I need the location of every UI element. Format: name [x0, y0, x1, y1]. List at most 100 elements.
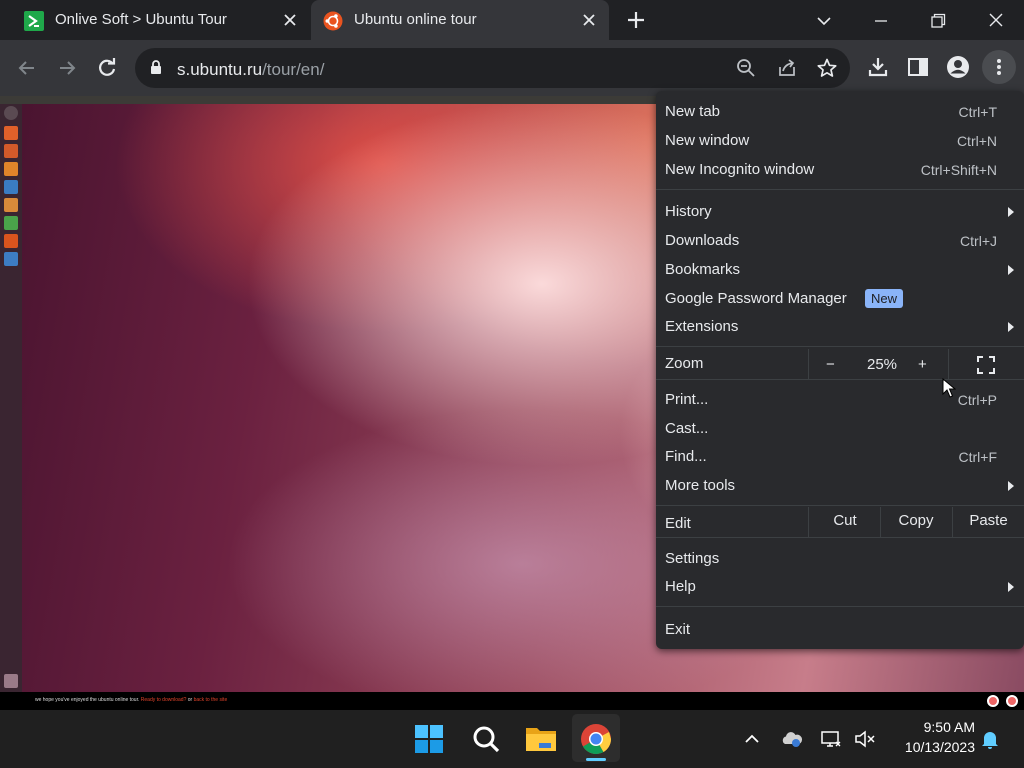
menu-divider	[656, 346, 1024, 347]
back-to-site-link[interactable]: back to the site	[194, 697, 228, 703]
tab-search-chevron-icon[interactable]	[811, 8, 837, 34]
minimize-icon[interactable]	[868, 8, 894, 34]
new-badge: New	[865, 289, 904, 308]
menu-item-history[interactable]: History	[656, 197, 1024, 225]
menu-item-help[interactable]: Help	[656, 572, 1024, 600]
menu-item-exit[interactable]: Exit	[656, 615, 1024, 643]
bookmark-star-icon[interactable]	[816, 57, 838, 79]
address-bar[interactable]: s.ubuntu.ru/tour/en/	[135, 48, 850, 88]
network-icon[interactable]	[819, 727, 843, 751]
menu-row-edit: Edit Cut Copy Paste	[656, 507, 1024, 537]
footer-or: or	[187, 697, 193, 703]
restore-window-icon[interactable]	[925, 8, 951, 34]
menu-label: Bookmarks	[665, 261, 741, 278]
submenu-arrow-icon	[1008, 582, 1014, 592]
tab-ubuntu-online-tour[interactable]: Ubuntu online tour	[311, 0, 609, 40]
back-arrow-icon[interactable]	[15, 56, 39, 80]
clock-date[interactable]: 10/13/2023	[875, 739, 975, 755]
menu-label: New tab	[665, 103, 721, 120]
volume-muted-icon[interactable]	[853, 727, 877, 751]
writer-icon[interactable]	[4, 180, 18, 194]
close-tab-icon[interactable]	[581, 12, 597, 28]
menu-shortcut: Ctrl+Shift+N	[920, 162, 997, 178]
submenu-arrow-icon	[1008, 265, 1014, 275]
paste-button[interactable]: Paste	[953, 512, 1024, 529]
tab-strip: Onlive Soft > Ubuntu Tour Ubuntu online …	[0, 0, 1024, 40]
share-icon[interactable]	[776, 57, 798, 79]
impress-icon[interactable]	[4, 198, 18, 212]
url-host: s.ubuntu.ru	[177, 60, 263, 79]
menu-divider	[656, 505, 1024, 506]
chrome-main-menu: New tab Ctrl+T New window Ctrl+N New Inc…	[656, 91, 1024, 649]
reload-icon[interactable]	[95, 56, 119, 80]
menu-item-find[interactable]: Find... Ctrl+F	[656, 442, 1024, 470]
close-window-icon[interactable]	[983, 8, 1009, 34]
menu-label: More tools	[665, 477, 736, 494]
zoom-out-icon[interactable]	[735, 57, 757, 79]
menu-label: Extensions	[665, 318, 739, 335]
menu-label: Edit	[665, 515, 691, 532]
menu-item-bookmarks[interactable]: Bookmarks	[656, 255, 1024, 283]
profile-avatar-icon[interactable]	[946, 55, 970, 79]
trash-icon[interactable]	[4, 674, 18, 688]
menu-item-new-incognito[interactable]: New Incognito window Ctrl+Shift+N	[656, 155, 1024, 183]
menu-item-new-tab[interactable]: New tab Ctrl+T	[656, 97, 1024, 125]
notification-bell-icon[interactable]	[978, 727, 1002, 751]
browser-toolbar: s.ubuntu.ru/tour/en/	[0, 40, 1024, 96]
tab-onlive-soft[interactable]: Onlive Soft > Ubuntu Tour	[0, 0, 310, 40]
menu-item-print[interactable]: Print... Ctrl+P	[656, 385, 1024, 413]
menu-label: New Incognito window	[665, 161, 815, 178]
zoom-out-button[interactable]: −	[826, 356, 835, 373]
copy-button[interactable]: Copy	[881, 512, 951, 529]
file-explorer-icon[interactable]	[521, 719, 561, 759]
close-tab-icon[interactable]	[282, 12, 298, 28]
menu-item-settings[interactable]: Settings	[656, 544, 1024, 572]
download-link[interactable]: Ready to download?	[141, 697, 187, 703]
onlive-soft-favicon-icon	[24, 11, 44, 31]
new-tab-plus-icon[interactable]	[624, 8, 648, 32]
chrome-menu-button[interactable]	[982, 50, 1016, 84]
dash-home-icon[interactable]	[4, 106, 18, 120]
calc-icon[interactable]	[4, 216, 18, 230]
menu-label: Zoom	[665, 355, 704, 372]
menu-item-extensions[interactable]: Extensions	[656, 312, 1024, 340]
menu-item-downloads[interactable]: Downloads Ctrl+J	[656, 226, 1024, 254]
app-icon[interactable]	[4, 162, 18, 176]
kebab-menu-icon	[997, 59, 1001, 75]
lock-icon[interactable]	[150, 60, 162, 75]
tour-footer-bar: we hope you've enjoyed the ubuntu online…	[0, 692, 1024, 710]
files-icon[interactable]	[4, 126, 18, 140]
software-center-icon[interactable]	[4, 234, 18, 248]
menu-shortcut: Ctrl+T	[958, 104, 998, 120]
menu-label: Help	[665, 578, 696, 595]
windows-taskbar: 9:50 AM 10/13/2023	[0, 710, 1024, 768]
show-hidden-icons-chevron-icon[interactable]	[740, 727, 764, 751]
menu-divider	[656, 606, 1024, 607]
zoom-in-button[interactable]: +	[918, 356, 927, 373]
submenu-arrow-icon	[1008, 322, 1014, 332]
side-panel-icon[interactable]	[906, 55, 930, 79]
menu-label: New window	[665, 132, 750, 149]
cut-button[interactable]: Cut	[809, 512, 881, 529]
firefox-icon[interactable]	[4, 144, 18, 158]
menu-item-password-manager[interactable]: Google Password Manager New	[656, 284, 1024, 312]
search-icon[interactable]	[466, 719, 506, 759]
forward-arrow-icon[interactable]	[55, 56, 79, 80]
menu-item-cast[interactable]: Cast...	[656, 414, 1024, 442]
chrome-icon[interactable]	[576, 719, 616, 759]
tab-title: Ubuntu online tour	[354, 11, 477, 28]
url-text[interactable]: s.ubuntu.ru/tour/en/	[177, 60, 324, 80]
fullscreen-icon[interactable]	[976, 355, 996, 375]
menu-item-new-window[interactable]: New window Ctrl+N	[656, 126, 1024, 154]
windows-start-icon[interactable]	[409, 719, 449, 759]
menu-item-more-tools[interactable]: More tools	[656, 471, 1024, 499]
menu-label: Settings	[665, 550, 720, 567]
download-icon[interactable]	[866, 55, 890, 79]
onedrive-cloud-icon[interactable]	[780, 727, 804, 751]
menu-shortcut: Ctrl+P	[957, 392, 997, 408]
ubuntu-logo-icon[interactable]	[1006, 695, 1018, 707]
app-icon[interactable]	[4, 252, 18, 266]
ubuntu-logo-icon[interactable]	[987, 695, 999, 707]
menu-shortcut: Ctrl+F	[958, 449, 998, 465]
clock-time[interactable]: 9:50 AM	[895, 719, 975, 735]
